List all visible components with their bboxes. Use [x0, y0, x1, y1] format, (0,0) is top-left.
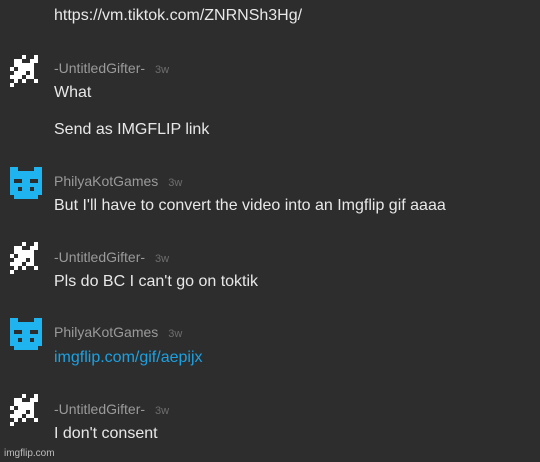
message-text: But I'll have to convert the video into …	[54, 197, 446, 214]
timestamp: 3w	[155, 64, 170, 76]
message-header: PhilyaKotGames 3w	[54, 173, 182, 191]
message-text: What	[54, 84, 92, 101]
author-name[interactable]: PhilyaKotGames	[54, 324, 158, 340]
imgflip-watermark: imgflip.com	[4, 448, 55, 459]
blue-cat-avatar-icon[interactable]	[10, 318, 42, 350]
message-header: PhilyaKotGames 3w	[54, 324, 182, 342]
author-name[interactable]: -UntitledGifter-	[54, 60, 145, 76]
timestamp: 3w	[155, 253, 170, 265]
message-header: -UntitledGifter- 3w	[54, 249, 169, 267]
message-text: Send as IMGFLIP link	[54, 121, 210, 138]
timestamp: 3w	[155, 405, 170, 417]
author-name[interactable]: -UntitledGifter-	[54, 401, 145, 417]
white-pixel-avatar-icon[interactable]	[10, 55, 42, 87]
white-pixel-avatar-icon[interactable]	[10, 242, 42, 274]
timestamp: 3w	[168, 328, 183, 340]
message-header: -UntitledGifter- 3w	[54, 401, 169, 419]
author-name[interactable]: -UntitledGifter-	[54, 249, 145, 265]
gif-link[interactable]: imgflip.com/gif/aepijx	[54, 349, 203, 367]
message-text: I don't consent	[54, 425, 158, 442]
message-header: -UntitledGifter- 3w	[54, 60, 169, 78]
timestamp: 3w	[168, 177, 183, 189]
author-name[interactable]: PhilyaKotGames	[54, 173, 158, 189]
blue-cat-avatar-icon[interactable]	[10, 167, 42, 199]
message-text: Pls do BC I can't go on toktik	[54, 273, 259, 290]
white-pixel-avatar-icon[interactable]	[10, 394, 42, 426]
message-text: https://vm.tiktok.com/ZNRNSh3Hg/	[54, 7, 303, 24]
